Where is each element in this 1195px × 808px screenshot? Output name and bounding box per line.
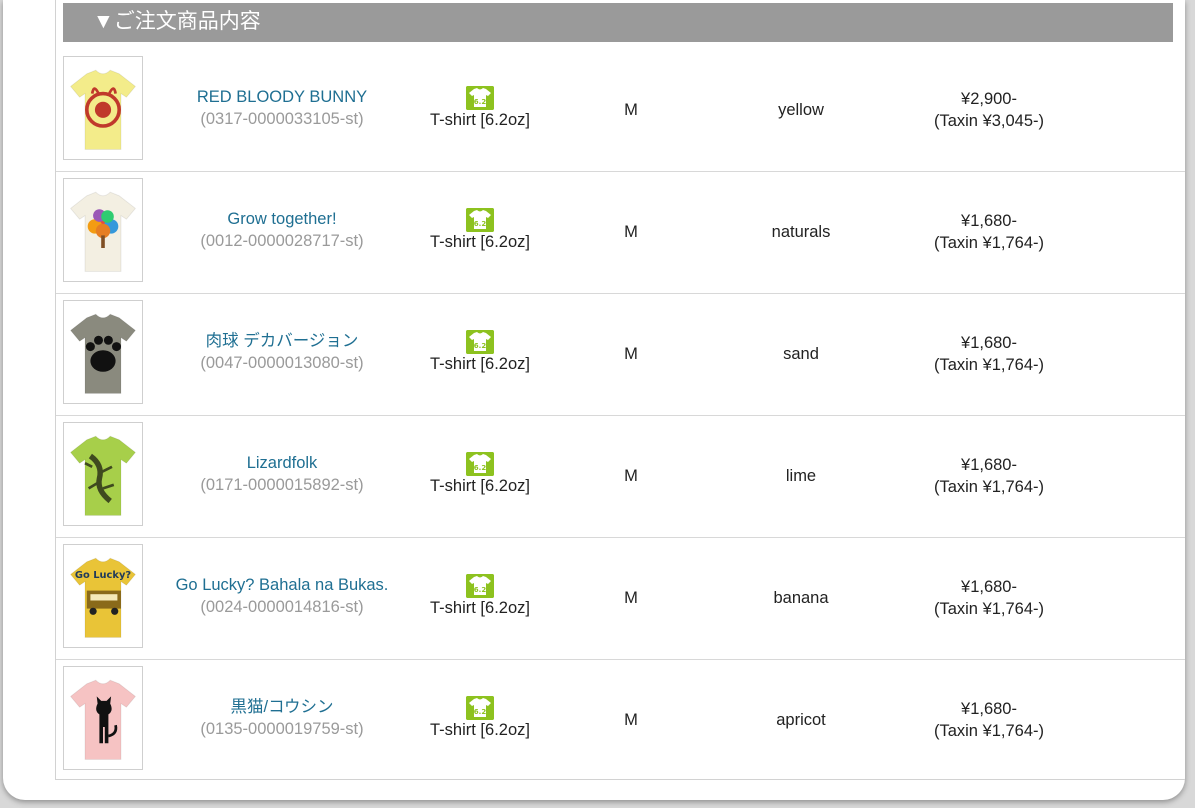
product-color: yellow <box>778 101 824 119</box>
product-thumbnail[interactable] <box>63 178 143 282</box>
order-item-row: RED BLOODY BUNNY (0317-0000033105-st) 6.… <box>56 50 1185 172</box>
product-code: (0047-0000013080-st) <box>200 354 364 372</box>
product-price: ¥1,680- <box>961 578 1017 596</box>
product-type: T-shirt [6.2oz] <box>430 355 530 373</box>
product-type-cell: 6.2 T-shirt [6.2oz] <box>411 86 549 130</box>
product-size: M <box>624 223 638 241</box>
svg-text:6.2: 6.2 <box>474 342 487 350</box>
product-name-link[interactable]: Lizardfolk <box>151 452 413 474</box>
product-price-cell: ¥1,680- (Taxin ¥1,764-) <box>904 454 1074 498</box>
product-color: apricot <box>776 711 826 729</box>
product-name-cell: Lizardfolk (0171-0000015892-st) <box>151 452 413 496</box>
product-price-cell: ¥1,680- (Taxin ¥1,764-) <box>904 332 1074 376</box>
order-panel: ▼ご注文商品内容 RED BLOODY BUNNY (0317-00000331… <box>3 0 1185 800</box>
product-color: banana <box>773 589 829 607</box>
product-name-link[interactable]: RED BLOODY BUNNY <box>151 86 413 108</box>
product-name-cell: 肉球 デカバージョン (0047-0000013080-st) <box>151 330 413 374</box>
tshirt-6.2-icon: 6.2 <box>466 208 494 232</box>
product-size: M <box>624 589 638 607</box>
product-color: lime <box>785 467 817 485</box>
product-thumbnail[interactable] <box>63 56 143 160</box>
svg-text:6.2: 6.2 <box>474 220 487 228</box>
product-type: T-shirt [6.2oz] <box>430 599 530 617</box>
product-price-taxin: (Taxin ¥1,764-) <box>933 356 1045 374</box>
product-size: M <box>624 467 638 485</box>
product-price-cell: ¥2,900- (Taxin ¥3,045-) <box>904 88 1074 132</box>
product-thumbnail[interactable]: Go Lucky? <box>63 544 143 648</box>
svg-text:Go Lucky?: Go Lucky? <box>75 570 132 581</box>
product-type: T-shirt [6.2oz] <box>430 721 530 739</box>
product-price: ¥1,680- <box>961 700 1017 718</box>
tshirt-6.2-icon: 6.2 <box>466 452 494 476</box>
product-name-link[interactable]: 黒猫/コウシン <box>151 696 413 718</box>
order-items-list: RED BLOODY BUNNY (0317-0000033105-st) 6.… <box>56 50 1185 781</box>
product-code: (0135-0000019759-st) <box>200 720 364 738</box>
product-type-cell: 6.2 T-shirt [6.2oz] <box>411 696 549 740</box>
product-price: ¥1,680- <box>961 456 1017 474</box>
product-price-taxin: (Taxin ¥1,764-) <box>933 722 1045 740</box>
product-code: (0317-0000033105-st) <box>200 110 364 128</box>
product-name-link[interactable]: Grow together! <box>151 208 413 230</box>
product-type-cell: 6.2 T-shirt [6.2oz] <box>411 208 549 252</box>
section-header: ▼ご注文商品内容 <box>63 3 1173 42</box>
tshirt-6.2-icon: 6.2 <box>466 330 494 354</box>
product-code: (0012-0000028717-st) <box>200 232 364 250</box>
product-price-cell: ¥1,680- (Taxin ¥1,764-) <box>904 210 1074 254</box>
product-name-cell: Go Lucky? Bahala na Bukas. (0024-0000014… <box>151 574 413 618</box>
svg-text:6.2: 6.2 <box>474 586 487 594</box>
svg-text:6.2: 6.2 <box>474 708 487 716</box>
product-name-cell: Grow together! (0012-0000028717-st) <box>151 208 413 252</box>
product-type: T-shirt [6.2oz] <box>430 111 530 129</box>
product-type: T-shirt [6.2oz] <box>430 233 530 251</box>
product-name-cell: 黒猫/コウシン (0135-0000019759-st) <box>151 696 413 740</box>
tshirt-6.2-icon: 6.2 <box>466 696 494 720</box>
product-price-taxin: (Taxin ¥3,045-) <box>933 112 1045 130</box>
product-color: sand <box>783 345 819 363</box>
product-name-link[interactable]: Go Lucky? Bahala na Bukas. <box>151 574 413 596</box>
product-size: M <box>624 345 638 363</box>
product-name-link[interactable]: 肉球 デカバージョン <box>151 330 413 352</box>
order-item-row: 黒猫/コウシン (0135-0000019759-st) 6.2 T-shirt… <box>56 660 1185 781</box>
product-type: T-shirt [6.2oz] <box>430 477 530 495</box>
product-price: ¥1,680- <box>961 334 1017 352</box>
tshirt-6.2-icon: 6.2 <box>466 86 494 110</box>
product-color: naturals <box>771 223 831 241</box>
order-item-row: 肉球 デカバージョン (0047-0000013080-st) 6.2 T-sh… <box>56 294 1185 416</box>
svg-text:6.2: 6.2 <box>474 98 487 106</box>
order-item-row: Go Lucky? Go Lucky? Bahala na Bukas. (00… <box>56 538 1185 660</box>
product-price: ¥1,680- <box>961 212 1017 230</box>
product-price-cell: ¥1,680- (Taxin ¥1,764-) <box>904 698 1074 742</box>
tshirt-6.2-icon: 6.2 <box>466 574 494 598</box>
order-item-row: Grow together! (0012-0000028717-st) 6.2 … <box>56 172 1185 294</box>
product-code: (0171-0000015892-st) <box>200 476 364 494</box>
svg-text:6.2: 6.2 <box>474 464 487 472</box>
product-size: M <box>624 101 638 119</box>
product-thumbnail[interactable] <box>63 300 143 404</box>
product-type-cell: 6.2 T-shirt [6.2oz] <box>411 574 549 618</box>
product-thumbnail[interactable] <box>63 422 143 526</box>
product-name-cell: RED BLOODY BUNNY (0317-0000033105-st) <box>151 86 413 130</box>
product-type-cell: 6.2 T-shirt [6.2oz] <box>411 452 549 496</box>
product-price-cell: ¥1,680- (Taxin ¥1,764-) <box>904 576 1074 620</box>
product-price-taxin: (Taxin ¥1,764-) <box>933 600 1045 618</box>
product-size: M <box>624 711 638 729</box>
product-price: ¥2,900- <box>961 90 1017 108</box>
product-type-cell: 6.2 T-shirt [6.2oz] <box>411 330 549 374</box>
order-item-row: Lizardfolk (0171-0000015892-st) 6.2 T-sh… <box>56 416 1185 538</box>
product-price-taxin: (Taxin ¥1,764-) <box>933 234 1045 252</box>
product-code: (0024-0000014816-st) <box>200 598 364 616</box>
product-price-taxin: (Taxin ¥1,764-) <box>933 478 1045 496</box>
product-thumbnail[interactable] <box>63 666 143 770</box>
